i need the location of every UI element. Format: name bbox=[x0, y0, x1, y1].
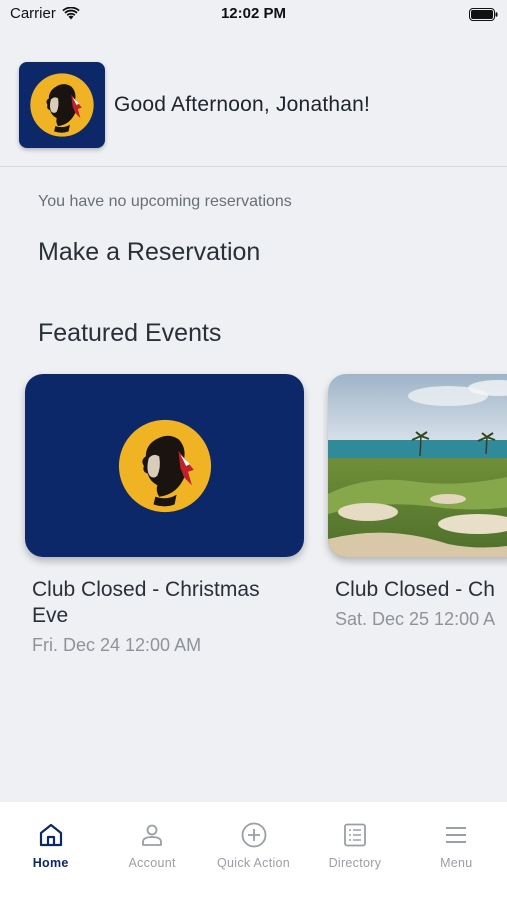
greeting-text: Good Afternoon, Jonathan! bbox=[114, 93, 371, 116]
home-header: Good Afternoon, Jonathan! bbox=[0, 30, 507, 167]
club-logo[interactable] bbox=[19, 62, 105, 148]
no-reservations-text: You have no upcoming reservations bbox=[38, 193, 292, 210]
tab-directory[interactable]: Directory bbox=[304, 802, 405, 900]
battery-icon bbox=[469, 8, 498, 21]
club-emblem-icon bbox=[118, 419, 211, 512]
event-card[interactable]: Club Closed - Ch Sat. Dec 25 12:00 A bbox=[328, 374, 507, 630]
tab-label: Home bbox=[32, 856, 69, 870]
event-card[interactable]: Club Closed - Christmas Eve Fri. Dec 24 … bbox=[25, 374, 304, 656]
tab-home[interactable]: Home bbox=[0, 802, 101, 900]
event-date: Fri. Dec 24 12:00 AM bbox=[32, 635, 202, 655]
menu-icon bbox=[446, 827, 467, 843]
home-icon bbox=[39, 823, 62, 847]
event-image bbox=[328, 374, 507, 557]
event-name: Club Closed - Christmas Eve bbox=[32, 578, 260, 627]
event-image bbox=[25, 374, 304, 557]
make-reservation-link[interactable]: Make a Reservation bbox=[38, 238, 260, 267]
club-emblem-icon bbox=[30, 73, 94, 137]
tab-label: Directory bbox=[328, 856, 382, 870]
featured-events-title: Featured Events bbox=[38, 319, 222, 347]
bottom-tab-bar: Home Account Quick Action Directory Menu bbox=[0, 802, 507, 900]
status-bar: Carrier 12:02 PM bbox=[0, 0, 507, 30]
plus-circle-icon bbox=[241, 822, 266, 848]
status-time: 12:02 PM bbox=[220, 5, 287, 22]
golf-course-photo bbox=[328, 374, 507, 557]
account-icon bbox=[142, 824, 163, 846]
tab-label: Quick Action bbox=[216, 856, 291, 870]
tab-account[interactable]: Account bbox=[101, 802, 202, 900]
tab-label: Menu bbox=[440, 856, 473, 870]
event-name: Club Closed - Ch bbox=[335, 578, 495, 601]
directory-icon bbox=[344, 823, 366, 847]
tab-menu[interactable]: Menu bbox=[406, 802, 507, 900]
event-date: Sat. Dec 25 12:00 A bbox=[335, 609, 496, 629]
tab-quick-action[interactable]: Quick Action bbox=[203, 802, 304, 900]
tab-label: Account bbox=[128, 856, 176, 870]
